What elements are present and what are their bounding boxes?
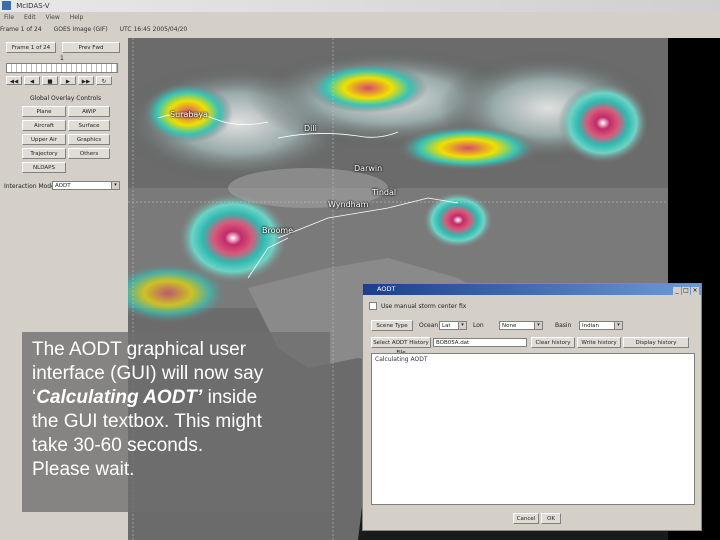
select1-label: Ocean	[419, 322, 439, 329]
app-icon	[2, 1, 11, 10]
info-bar: Frame 1 of 24 GOES Image (GIF) UTC 16:45…	[0, 23, 720, 36]
time-info: UTC 16:45 2005/04/20	[119, 26, 188, 33]
interaction-mode-select[interactable]: AODT ▾	[52, 181, 120, 190]
overlay-header: Global Overlay Controls	[30, 95, 102, 102]
lat-select-value: Lat	[442, 323, 451, 329]
select3-label: Basin	[555, 322, 572, 329]
chevron-down-icon: ▾	[458, 322, 466, 329]
frame-info: Frame 1 of 24	[0, 26, 42, 33]
slider-value: 1	[60, 55, 64, 62]
overlay-surface-button[interactable]: Surface	[68, 120, 110, 131]
city-label-darwin: Darwin	[354, 164, 383, 173]
window-title: McIDAS-V	[16, 2, 50, 10]
menu-file[interactable]: File	[4, 14, 14, 21]
maximize-icon[interactable]: □	[682, 287, 690, 295]
manual-fix-label: Use manual storm center fix	[381, 303, 467, 310]
minimize-icon[interactable]: _	[673, 287, 681, 295]
overlay-awip-button[interactable]: AWIP	[68, 106, 110, 117]
city-label-surabaya: Surabaya	[170, 110, 208, 119]
clear-history-button[interactable]: Clear history	[531, 337, 575, 348]
ok-button[interactable]: OK	[541, 513, 561, 524]
loop-button[interactable]: ↻	[96, 76, 112, 85]
interaction-mode-label: Interaction Mode	[4, 183, 55, 190]
manual-fix-checkbox[interactable]	[369, 302, 377, 310]
basin-select-value: Indian	[582, 323, 599, 329]
caption-line-6: Please wait.	[32, 459, 135, 480]
lat-select[interactable]: Lat ▾	[439, 321, 467, 330]
history-file-field[interactable]: BOB05A.dat	[433, 338, 527, 347]
caption-line-1: The AODT graphical user	[32, 339, 247, 360]
aodt-title-bar: AODT _ □ ×	[363, 284, 701, 295]
chevron-down-icon: ▾	[534, 322, 542, 329]
display-history-button[interactable]: Display history	[623, 337, 689, 348]
overlay-upperair-button[interactable]: Upper Air	[22, 134, 66, 145]
close-icon[interactable]: ×	[691, 287, 699, 295]
application-window: McIDAS-V File Edit View Help Frame 1 of …	[0, 0, 720, 540]
chevron-down-icon: ▾	[614, 322, 622, 329]
first-frame-button[interactable]: ◀◀	[6, 76, 22, 85]
chevron-down-icon: ▾	[111, 182, 119, 189]
interaction-mode-value: AODT	[55, 183, 71, 189]
next-frame-button[interactable]: ▶▶	[78, 76, 94, 85]
caption-emphasis: Calculating AODT’	[36, 387, 203, 408]
play-button[interactable]: ▶	[60, 76, 76, 85]
scene-type-button[interactable]: Scene Type	[371, 320, 413, 331]
city-label-wyndham: Wyndham	[328, 200, 369, 209]
image-info: GOES Image (GIF)	[53, 26, 108, 33]
caption-line-3-rest: inside	[202, 387, 258, 408]
caption-line-5: take 30-60 seconds.	[32, 435, 204, 456]
cancel-button[interactable]: Cancel	[513, 513, 539, 524]
stop-button[interactable]: ■	[42, 76, 58, 85]
write-history-button[interactable]: Write history	[577, 337, 621, 348]
prev-fwd-button[interactable]: Prev Fwd	[62, 42, 120, 53]
caption-line-4: the GUI textbox. This might	[32, 411, 262, 432]
window-buttons: _ □ ×	[672, 285, 699, 296]
title-bar: McIDAS-V	[0, 0, 720, 12]
menu-help[interactable]: Help	[70, 14, 84, 21]
caption-line-3: ‘Calculating AODT’ inside	[32, 386, 322, 410]
overlay-trajectory-button[interactable]: Trajectory	[22, 148, 66, 159]
frame-button[interactable]: Frame 1 of 24	[6, 42, 56, 53]
menu-bar: File Edit View Help	[0, 12, 720, 23]
city-label-tindal: Tindal	[372, 188, 397, 197]
lon-select[interactable]: None ▾	[499, 321, 543, 330]
prev-frame-button[interactable]: ◀	[24, 76, 40, 85]
aodt-output-textbox[interactable]: Calculating AODT	[371, 353, 695, 505]
city-label-dili: Dili	[304, 124, 317, 133]
overlay-nldaps-button[interactable]: NLDAPS	[22, 162, 66, 173]
city-label-broome: Broome	[262, 226, 294, 235]
aodt-dialog: AODT _ □ × Use manual storm center fix Sce…	[362, 283, 702, 531]
overlay-graphics-button[interactable]: Graphics	[68, 134, 110, 145]
overlay-aircraft-button[interactable]: Aircraft	[22, 120, 66, 131]
menu-view[interactable]: View	[46, 14, 60, 21]
basin-select[interactable]: Indian ▾	[579, 321, 623, 330]
lon-select-value: None	[502, 323, 517, 329]
menu-edit[interactable]: Edit	[24, 14, 36, 21]
overlay-plane-button[interactable]: Plane	[22, 106, 66, 117]
history-file-value: BOB05A.dat	[436, 340, 470, 346]
caption-line-2: interface (GUI) will now say	[32, 363, 264, 384]
instruction-caption: The AODT graphical user interface (GUI) …	[22, 332, 330, 512]
aodt-title: AODT	[377, 285, 396, 293]
aodt-status-text: Calculating AODT	[375, 356, 428, 363]
select2-label: Lon	[473, 322, 484, 329]
overlay-others-button[interactable]: Others	[68, 148, 110, 159]
history-file-button[interactable]: Select AODT History File	[371, 337, 431, 356]
frame-slider[interactable]	[6, 63, 118, 73]
